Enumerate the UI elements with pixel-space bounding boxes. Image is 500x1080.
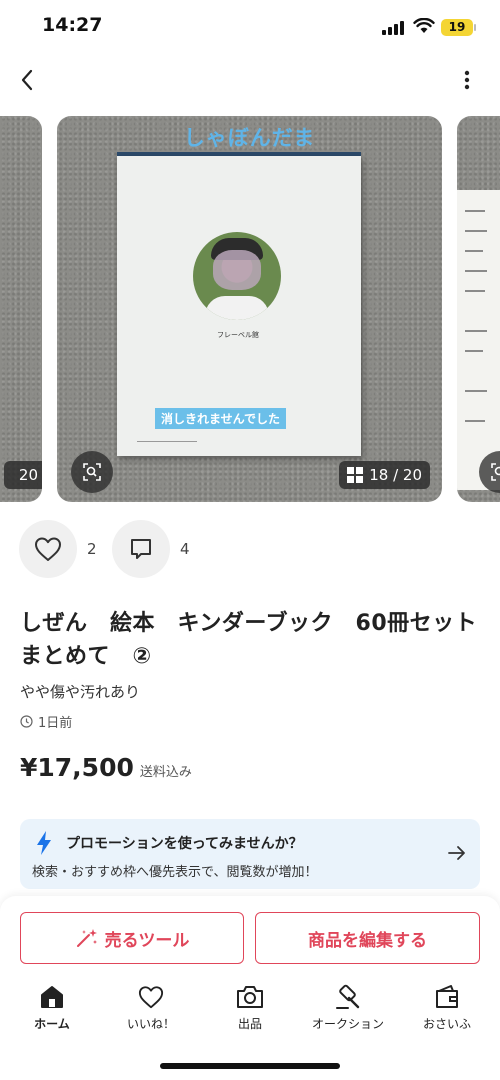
magic-wand-icon — [76, 929, 97, 947]
edit-item-label: 商品を編集する — [308, 930, 427, 951]
previous-photo[interactable]: 20 — [0, 116, 42, 502]
signal-icon — [382, 21, 406, 35]
item-price: ¥17,500 — [20, 753, 134, 782]
shipping-label: 送料込み — [139, 765, 192, 780]
more-options-button[interactable] — [452, 64, 482, 96]
book-small-label: フレーベル館 — [217, 331, 259, 339]
item-condition: やや傷や汚れあり — [20, 683, 141, 701]
tab-home-label: ホーム — [34, 1017, 70, 1031]
photo-counter-text: 18 / 20 — [369, 466, 422, 484]
item-title: しぜん 絵本 キンダーブック 60冊セット まとめて ② — [20, 611, 500, 669]
comment-button[interactable] — [112, 520, 170, 578]
erase-note-label: 消しきれませんでした — [155, 408, 287, 429]
tab-sell-label: 出品 — [237, 1017, 262, 1031]
bottom-tab-bar: ホーム いいね！ 出品 オークション おさいふ — [0, 984, 500, 1044]
tab-wallet[interactable]: おさいふ — [397, 984, 497, 1040]
price-row: ¥17,500 送料込み — [20, 753, 192, 782]
home-icon — [41, 986, 63, 1008]
like-button[interactable] — [19, 520, 77, 578]
heart-icon — [138, 986, 164, 1009]
previous-photo-counter: 20 — [4, 461, 42, 489]
main-photo[interactable]: しゃぼんだま フレーベル館 消しきれませんでした 18 / 20 — [57, 116, 442, 502]
promotion-subtitle: 検索・おすすめ枠へ優先表示で、閲覧数が増加！ — [32, 865, 318, 880]
sell-tool-label: 売るツール — [104, 930, 190, 951]
camera-icon — [237, 986, 263, 1008]
arrow-right-icon — [448, 846, 465, 860]
photo-gallery[interactable]: 20 しゃぼんだま フレーベル館 消しきれませんでした 18 / 20 — [0, 116, 500, 502]
next-photo[interactable] — [457, 116, 500, 502]
next-photo-page — [457, 190, 500, 490]
gavel-icon — [336, 984, 360, 1009]
child-photo-circle — [193, 232, 281, 320]
lightning-icon — [37, 831, 51, 855]
promotion-banner[interactable]: プロモーションを使ってみませんか？ 検索・おすすめ枠へ優先表示で、閲覧数が増加！ — [20, 819, 480, 889]
wallet-icon — [436, 985, 458, 1008]
status-time: 14:27 — [42, 14, 103, 36]
like-count: 2 — [87, 540, 97, 558]
battery-indicator: 19 — [441, 19, 473, 36]
book-title-text: しゃぼんだま — [183, 126, 316, 150]
wifi-icon — [413, 18, 435, 33]
grid-icon — [347, 467, 364, 483]
sell-tool-button[interactable]: 売るツール — [20, 912, 244, 964]
promotion-title: プロモーションを使ってみませんか？ — [66, 836, 303, 852]
chevron-left-icon — [21, 69, 33, 91]
tab-likes-label: いいね！ — [126, 1017, 175, 1031]
posted-time-row: 1日前 — [20, 712, 72, 731]
home-indicator — [160, 1063, 340, 1069]
back-button[interactable] — [12, 64, 42, 96]
clock-icon — [20, 715, 33, 728]
tab-home[interactable]: ホーム — [2, 984, 102, 1040]
tab-auction[interactable]: オークション — [298, 984, 398, 1040]
book-footer-line — [137, 434, 197, 442]
comment-icon — [131, 539, 151, 559]
zoom-search-icon — [83, 463, 101, 481]
more-vertical-icon — [464, 70, 470, 90]
tab-wallet-label: おさいふ — [422, 1017, 471, 1031]
zoom-search-icon — [491, 463, 500, 481]
zoom-button[interactable] — [71, 451, 113, 493]
heart-icon — [35, 537, 61, 561]
posted-time: 1日前 — [38, 716, 73, 731]
tab-sell[interactable]: 出品 — [200, 984, 300, 1040]
battery-nub — [474, 24, 476, 31]
tab-likes[interactable]: いいね！ — [101, 984, 201, 1040]
photo-counter: 18 / 20 — [339, 461, 430, 489]
comment-count: 4 — [180, 540, 190, 558]
tab-auction-label: オークション — [311, 1017, 384, 1031]
status-bar: 14:27 19 — [0, 0, 500, 50]
edit-item-button[interactable]: 商品を編集する — [255, 912, 480, 964]
